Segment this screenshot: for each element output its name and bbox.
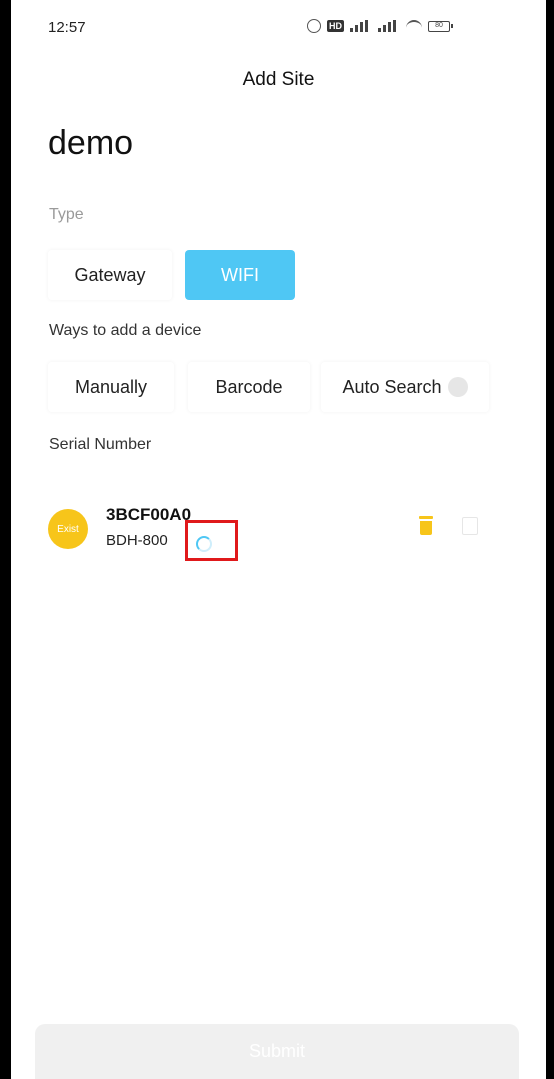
status-icons: HD 80 [307,19,453,33]
type-wifi-button[interactable]: WIFI [185,250,295,300]
auto-search-button[interactable]: Auto Search [321,362,489,412]
type-label: Type [49,206,84,223]
trash-icon[interactable] [418,516,434,536]
barcode-button[interactable]: Barcode [188,362,310,412]
status-time: 12:57 [48,19,86,36]
auto-search-label: Auto Search [342,376,442,397]
signal-icon [350,20,372,32]
phone-screen: 12:57 HD 80 Add Site demo Type Gateway W… [11,0,546,1079]
battery-icon: 80 [428,20,453,32]
serial-number-label: Serial Number [49,436,152,453]
manually-button[interactable]: Manually [48,362,174,412]
frame-right-border [546,0,554,1079]
device-serial: 3BCF00A0 [106,505,192,524]
mute-icon [307,19,321,33]
signal-2-icon [378,20,400,32]
ways-label: Ways to add a device [49,322,202,339]
exist-badge: Exist [48,509,88,549]
page-title: Add Site [242,69,315,90]
info-icon[interactable] [447,377,468,397]
site-name: demo [48,124,134,162]
frame-left-border [0,0,11,1079]
edit-icon[interactable] [462,517,478,535]
highlight-box [185,520,238,561]
hd-icon: HD [327,20,344,32]
type-gateway-button[interactable]: Gateway [48,250,172,300]
submit-button[interactable]: Submit [35,1024,519,1079]
device-list-item: Exist 3BCF00A0 BDH-800 [48,505,488,561]
wifi-icon [406,20,422,32]
device-model: BDH-800 [106,532,168,549]
